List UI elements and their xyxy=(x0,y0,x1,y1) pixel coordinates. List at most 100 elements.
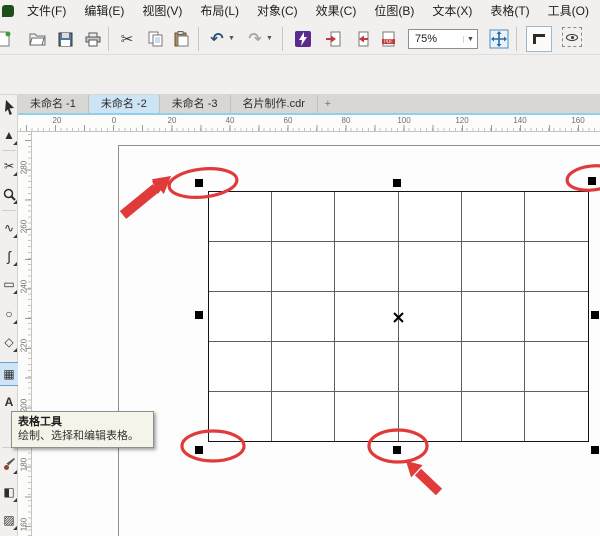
copy-button[interactable] xyxy=(144,28,166,50)
table-cell[interactable] xyxy=(462,292,525,342)
border-select-button[interactable] xyxy=(526,26,552,52)
import-button[interactable] xyxy=(322,28,344,50)
table-cell[interactable] xyxy=(209,342,272,392)
vertical-ruler[interactable]: 280 260 240 220 200 180 160 xyxy=(18,132,32,536)
redo-dropdown-arrow[interactable]: ▼ xyxy=(266,35,273,42)
menu-text[interactable]: 文本(X) xyxy=(423,0,481,22)
show-grid-button[interactable] xyxy=(562,27,582,47)
tab-untitled-1[interactable]: 未命名 -1 xyxy=(18,95,89,113)
table-tool-tooltip: 表格工具 绘制、选择和编辑表格。 xyxy=(11,411,154,448)
zoom-level-select[interactable]: 75% ▼ xyxy=(408,29,478,49)
table-cell[interactable] xyxy=(335,292,398,342)
menu-tools[interactable]: 工具(O) xyxy=(539,0,598,22)
menu-bitmaps[interactable]: 位图(B) xyxy=(365,0,423,22)
table-cell[interactable] xyxy=(209,242,272,292)
tab-business-card[interactable]: 名片制作.cdr xyxy=(231,95,318,113)
hruler-label: 0 xyxy=(112,116,116,125)
redo-button[interactable]: ↷ xyxy=(244,28,266,50)
menu-view[interactable]: 视图(V) xyxy=(133,0,191,22)
crop-knife-icon: ✂ xyxy=(4,159,14,173)
toolbar-separator xyxy=(282,27,283,51)
table-cell[interactable] xyxy=(272,392,335,441)
table-cell[interactable] xyxy=(272,342,335,392)
export-button[interactable] xyxy=(350,28,372,50)
table-cell[interactable] xyxy=(525,192,588,242)
table-cell[interactable] xyxy=(335,392,398,441)
menu-layout[interactable]: 布局(L) xyxy=(191,0,248,22)
table-cell[interactable] xyxy=(399,392,462,441)
fit-page-button[interactable] xyxy=(488,28,510,50)
table-cell[interactable] xyxy=(525,242,588,292)
table-cell[interactable] xyxy=(272,192,335,242)
table-cell[interactable] xyxy=(525,292,588,342)
cut-button[interactable]: ✂ xyxy=(116,28,138,50)
coreldraw-window: 文件(F) 编辑(E) 视图(V) 布局(L) 对象(C) 效果(C) 位图(B… xyxy=(0,0,600,536)
tab-untitled-2[interactable]: 未命名 -2 xyxy=(89,95,160,113)
save-button[interactable] xyxy=(54,28,76,50)
table-cell[interactable] xyxy=(272,292,335,342)
table-cell[interactable] xyxy=(462,192,525,242)
table-cell[interactable] xyxy=(335,192,398,242)
print-button[interactable] xyxy=(82,28,104,50)
corner-border-icon xyxy=(533,34,545,44)
mesh-fill-tool[interactable]: ▨ xyxy=(0,509,18,531)
app-launcher-button[interactable] xyxy=(292,28,314,50)
table-cell[interactable] xyxy=(209,192,272,242)
hruler-label: 80 xyxy=(342,116,351,125)
zoom-tool[interactable] xyxy=(0,183,18,205)
table-cell[interactable] xyxy=(462,342,525,392)
crop-tool[interactable]: ✂ xyxy=(0,155,18,177)
toolbox-separator xyxy=(2,150,16,151)
table-cell[interactable] xyxy=(335,342,398,392)
tab-untitled-3[interactable]: 未命名 -3 xyxy=(160,95,231,113)
hruler-label: 120 xyxy=(455,116,468,125)
menu-edit[interactable]: 编辑(E) xyxy=(75,0,133,22)
table-cell[interactable] xyxy=(399,342,462,392)
undo-button[interactable]: ↶ xyxy=(206,28,228,50)
rectangle-tool[interactable]: ▭ xyxy=(0,273,18,295)
paste-button[interactable] xyxy=(170,28,192,50)
table-cell[interactable] xyxy=(525,342,588,392)
text-tool[interactable]: A xyxy=(0,391,18,413)
menu-table[interactable]: 表格(T) xyxy=(481,0,538,22)
vruler-label: 160 xyxy=(20,515,29,535)
artistic-media-tool[interactable]: ʃ xyxy=(0,245,18,267)
hruler-label: 160 xyxy=(571,116,584,125)
interactive-fill-tool[interactable]: ◧ xyxy=(0,481,18,503)
vruler-label: 280 xyxy=(20,158,29,178)
ellipse-tool[interactable]: ○ xyxy=(0,303,18,325)
table-cell[interactable] xyxy=(272,242,335,292)
pick-tool[interactable] xyxy=(0,96,18,118)
color-eyedropper-tool[interactable] xyxy=(0,453,18,475)
publish-pdf-button[interactable]: PDF xyxy=(378,28,400,50)
menu-object[interactable]: 对象(C) xyxy=(248,0,307,22)
freehand-tool[interactable]: ∿ xyxy=(0,217,18,239)
drawing-canvas[interactable] xyxy=(32,132,600,536)
zoom-level-value: 75% xyxy=(409,33,463,45)
table-cell[interactable] xyxy=(525,392,588,441)
shape-tool[interactable]: ▲ xyxy=(0,124,18,146)
table-cell[interactable] xyxy=(209,392,272,441)
menu-file[interactable]: 文件(F) xyxy=(18,0,75,22)
horizontal-ruler[interactable]: 20 0 20 40 60 80 100 120 140 160 xyxy=(18,115,600,132)
table-cell[interactable] xyxy=(462,242,525,292)
interactive-fill-icon: ◧ xyxy=(3,485,14,499)
table-cell[interactable] xyxy=(399,242,462,292)
menu-bar: 文件(F) 编辑(E) 视图(V) 布局(L) 对象(C) 效果(C) 位图(B… xyxy=(0,0,600,22)
table-tool[interactable]: ▦ xyxy=(0,363,18,385)
undo-dropdown-arrow[interactable]: ▼ xyxy=(228,35,235,42)
zoom-dropdown-arrow[interactable]: ▼ xyxy=(463,36,477,43)
table-grid[interactable] xyxy=(208,191,589,442)
table-cell[interactable] xyxy=(335,242,398,292)
polygon-tool[interactable]: ◇ xyxy=(0,331,18,353)
table-cell[interactable] xyxy=(209,292,272,342)
hruler-label: 20 xyxy=(168,116,177,125)
menu-effects[interactable]: 效果(C) xyxy=(307,0,366,22)
new-tab-button[interactable]: + xyxy=(318,95,338,113)
table-cell[interactable] xyxy=(399,192,462,242)
vruler-label: 260 xyxy=(20,217,29,237)
open-button[interactable] xyxy=(26,28,48,50)
table-cell[interactable] xyxy=(462,392,525,441)
table-cell[interactable] xyxy=(399,292,462,342)
new-document-button[interactable] xyxy=(0,28,14,50)
